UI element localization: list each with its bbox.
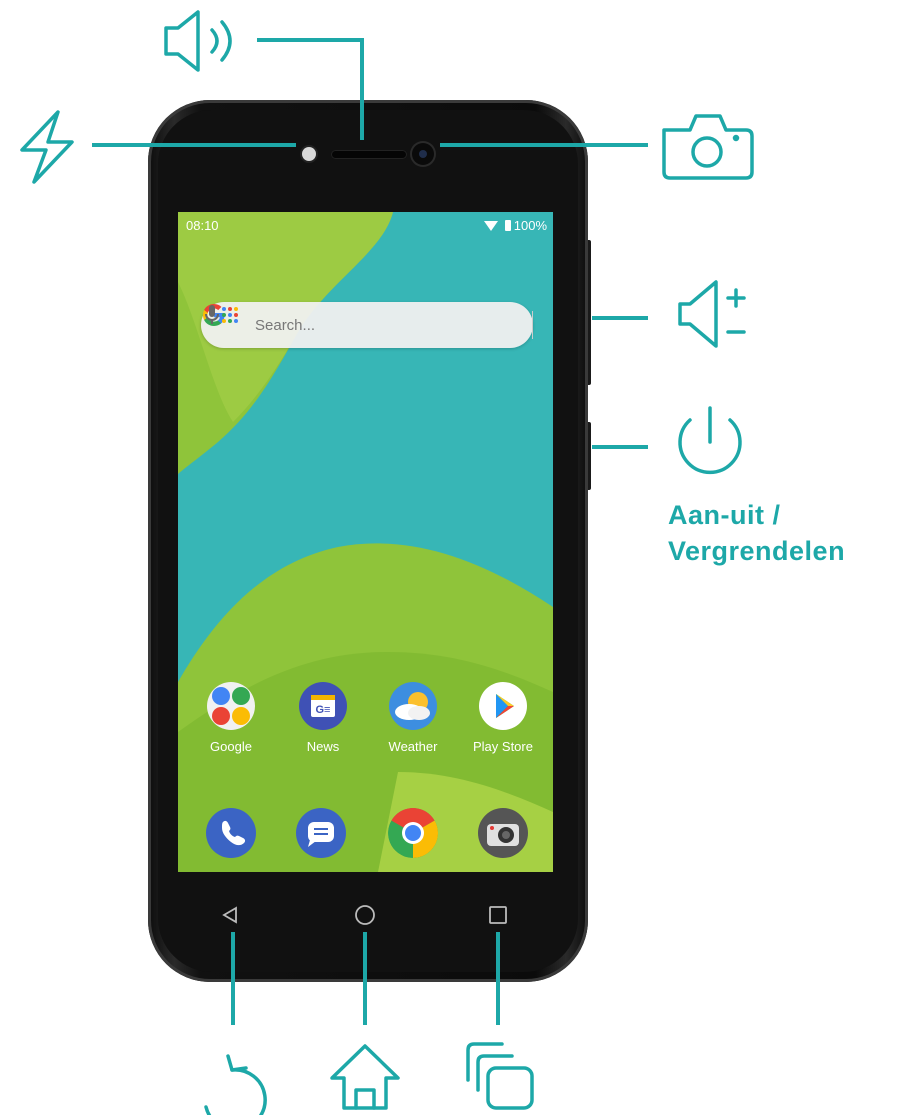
home-key[interactable] — [355, 905, 375, 925]
recents-icon — [466, 1042, 534, 1110]
camera-icon-callout — [662, 114, 754, 180]
power-callout-label: Aan-uit / Vergrendelen — [668, 497, 845, 569]
volume-icon — [678, 280, 746, 348]
flash-icon — [20, 110, 74, 184]
back-icon — [204, 1054, 267, 1115]
back-key[interactable] — [222, 906, 237, 924]
power-label-line-2: Vergrendelen — [668, 536, 846, 566]
power-label-line-1: Aan-uit / — [668, 500, 781, 530]
speaker-icon — [164, 10, 232, 72]
recents-key[interactable] — [489, 906, 507, 924]
power-icon — [678, 406, 742, 475]
speaker-callout-line — [257, 38, 364, 140]
home-icon — [330, 1044, 400, 1110]
